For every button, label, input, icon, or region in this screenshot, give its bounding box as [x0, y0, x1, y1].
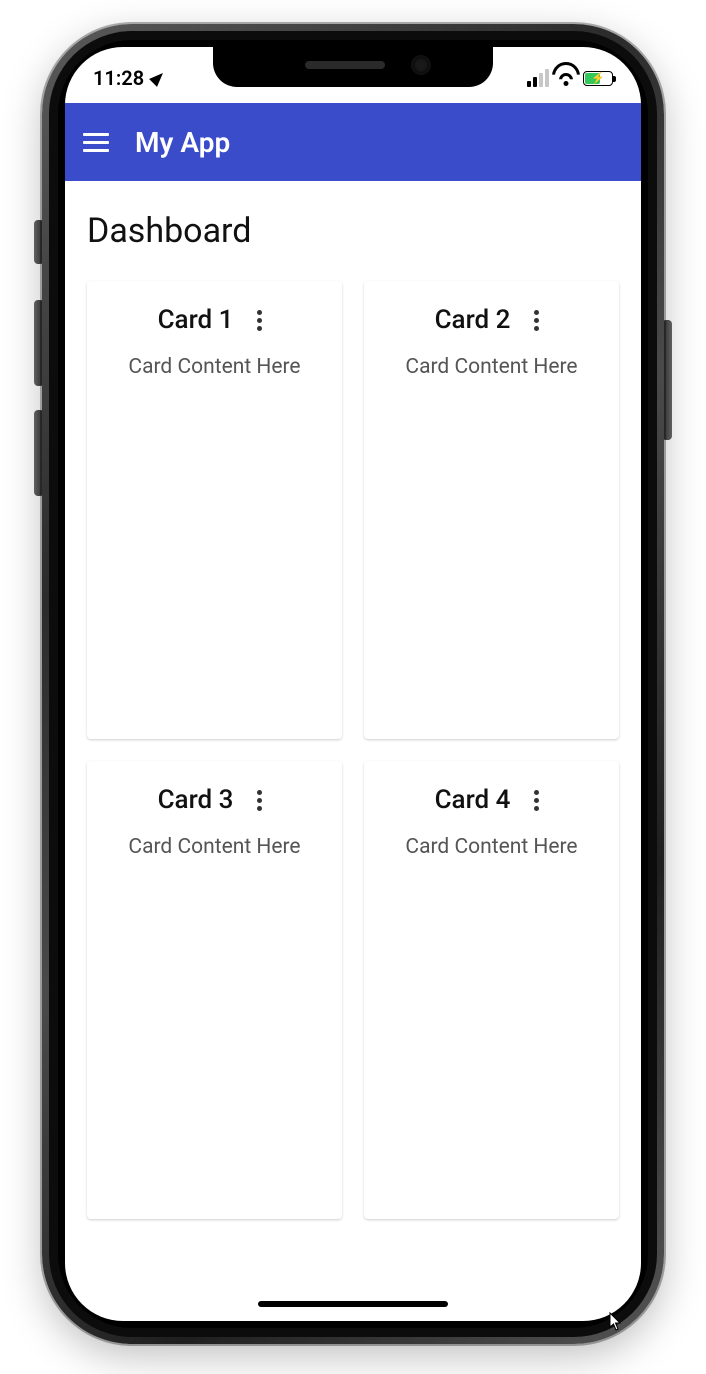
card-header: Card 4 — [380, 785, 603, 815]
card-grid: Card 1 Card Content Here Card 2 Ca — [87, 281, 619, 1219]
more-vert-icon — [257, 310, 262, 315]
card-header: Card 2 — [380, 305, 603, 335]
card-4[interactable]: Card 4 Card Content Here — [364, 761, 619, 1219]
app-title: My App — [135, 126, 230, 159]
card-3[interactable]: Card 3 Card Content Here — [87, 761, 342, 1219]
card-content: Card Content Here — [405, 833, 577, 862]
status-left: 11:28 — [93, 66, 166, 90]
app-bar: My App — [65, 103, 641, 181]
card-content: Card Content Here — [128, 833, 300, 862]
card-header: Card 3 — [103, 785, 326, 815]
phone-notch — [213, 47, 493, 87]
more-vert-icon — [534, 310, 539, 315]
menu-button[interactable] — [83, 127, 113, 157]
card-more-button[interactable] — [247, 308, 271, 332]
home-indicator[interactable] — [258, 1301, 448, 1307]
card-2[interactable]: Card 2 Card Content Here — [364, 281, 619, 739]
more-vert-icon — [257, 790, 262, 795]
more-vert-icon — [534, 790, 539, 795]
phone-camera — [413, 57, 429, 73]
location-services-icon — [149, 69, 167, 87]
content-area: Dashboard Card 1 Card Content Here Card … — [65, 181, 641, 1249]
battery-icon: ⚡ — [583, 71, 613, 86]
card-content: Card Content Here — [405, 353, 577, 382]
card-1[interactable]: Card 1 Card Content Here — [87, 281, 342, 739]
phone-speaker — [305, 61, 385, 69]
status-time: 11:28 — [93, 66, 144, 90]
charging-bolt-icon: ⚡ — [591, 72, 605, 85]
card-title: Card 2 — [435, 305, 511, 335]
card-content: Card Content Here — [128, 353, 300, 382]
mouse-cursor-icon — [609, 1312, 623, 1332]
cellular-signal-icon — [527, 69, 549, 87]
card-title: Card 1 — [158, 305, 234, 335]
card-more-button[interactable] — [524, 788, 548, 812]
card-more-button[interactable] — [247, 788, 271, 812]
canvas: 11:28 ⚡ My App — [0, 0, 706, 1374]
card-title: Card 4 — [435, 785, 511, 815]
page-title: Dashboard — [87, 211, 619, 251]
screen: 11:28 ⚡ My App — [65, 47, 641, 1321]
status-right: ⚡ — [527, 69, 613, 87]
wifi-icon — [555, 70, 577, 86]
card-title: Card 3 — [158, 785, 234, 815]
card-more-button[interactable] — [524, 308, 548, 332]
card-header: Card 1 — [103, 305, 326, 335]
hamburger-icon — [83, 133, 109, 136]
